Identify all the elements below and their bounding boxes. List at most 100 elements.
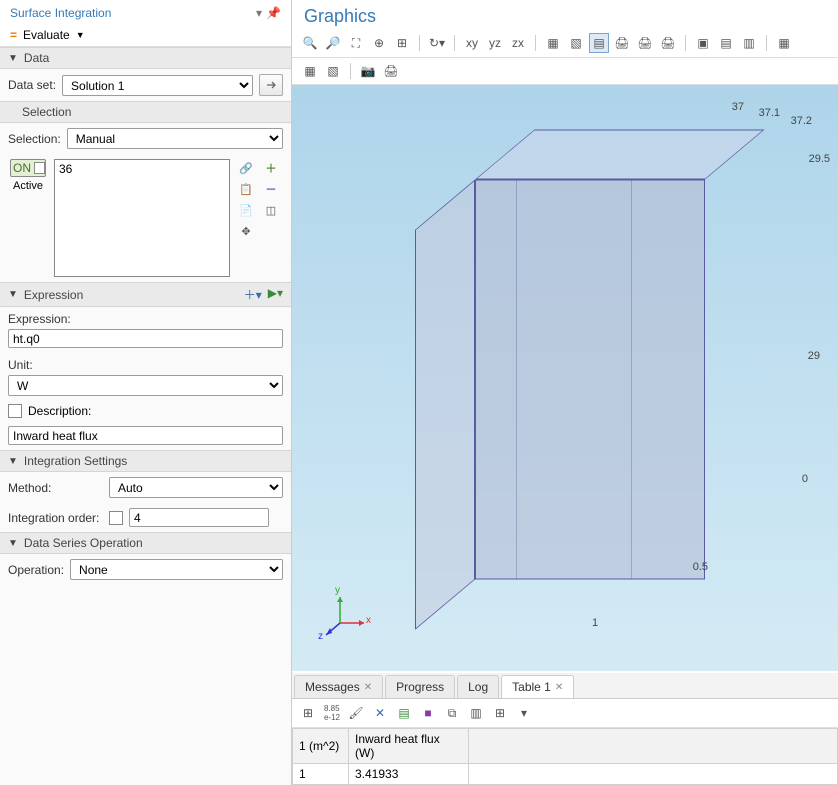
tab-log[interactable]: Log xyxy=(457,675,499,698)
selection-select[interactable]: Manual xyxy=(67,128,283,149)
brush-icon[interactable]: 🖌 xyxy=(346,703,366,723)
print2-icon[interactable]: 🖨 xyxy=(635,33,655,53)
active-label: Active xyxy=(13,180,43,192)
table-header[interactable]: Inward heat flux (W) xyxy=(349,729,469,764)
description-checkbox[interactable] xyxy=(8,404,22,418)
operation-row: Operation: None xyxy=(0,554,291,585)
link-icon[interactable]: 🔗 xyxy=(236,159,256,177)
table-format-icon[interactable]: 8.85e-12 xyxy=(322,703,342,723)
unit-select[interactable]: W xyxy=(8,375,283,396)
fill-icon[interactable]: ■ xyxy=(418,703,438,723)
section-integration-header[interactable]: ▼ Integration Settings xyxy=(0,450,291,472)
tab-messages[interactable]: Messages✕ xyxy=(294,675,383,698)
order-input[interactable] xyxy=(129,508,269,527)
wireframe-icon[interactable]: ▧ xyxy=(566,33,586,53)
copy-icon[interactable]: 📋 xyxy=(236,180,256,198)
print3-icon[interactable]: 🖨 xyxy=(658,33,678,53)
axis-y-label: y xyxy=(335,585,340,623)
table-header[interactable]: 1 (m^2) xyxy=(293,729,349,764)
add-expr-icon[interactable]: ＋▾ xyxy=(244,286,262,303)
close-icon[interactable]: ✕ xyxy=(555,682,563,693)
expression-input[interactable] xyxy=(8,329,283,348)
table-toolbar: ⊞ 8.85e-12 🖌 ✕ ▤ ■ ⧉ ▥ ⊞ ▾ xyxy=(292,699,838,728)
goto-source-button[interactable] xyxy=(259,74,283,96)
delete-icon[interactable]: ✕ xyxy=(370,703,390,723)
zoom-extents-icon[interactable]: ⊕ xyxy=(369,33,389,53)
view-yz-icon[interactable]: yz xyxy=(485,33,505,53)
play-expr-icon[interactable]: ▶▾ xyxy=(268,286,283,303)
tab-table1[interactable]: Table 1✕ xyxy=(501,675,574,698)
method-row: Method: Auto xyxy=(0,472,291,503)
evaluate-button[interactable]: Evaluate xyxy=(23,28,70,42)
export-icon[interactable]: ▥ xyxy=(466,703,486,723)
axis-label: 0.5 xyxy=(693,561,708,573)
pin-icon[interactable]: 📌 xyxy=(266,6,281,20)
zoom-in-icon[interactable]: 🔍 xyxy=(300,33,320,53)
section-dataseries-title: Data Series Operation xyxy=(24,536,283,550)
table-auto-icon[interactable]: ⊞ xyxy=(298,703,318,723)
section-data-header[interactable]: ▼ Data xyxy=(0,47,291,69)
plot2-icon[interactable]: ▧ xyxy=(323,61,343,81)
table-display-icon[interactable]: ▤ xyxy=(394,703,414,723)
list-item[interactable]: 36 xyxy=(59,162,225,176)
graphics-viewport[interactable]: 37 37.1 37.2 29.5 29 0 0.5 1 x y z xyxy=(292,85,838,671)
zoom-out-icon[interactable]: 🔎 xyxy=(323,33,343,53)
operation-label: Operation: xyxy=(8,563,64,577)
unit-label: Unit: xyxy=(8,358,283,372)
copy-table-icon[interactable]: ⧉ xyxy=(442,703,462,723)
table-cell-empty xyxy=(469,764,838,785)
move-icon[interactable]: ✥ xyxy=(236,222,256,240)
paste-icon[interactable]: 📄 xyxy=(236,201,256,219)
hide-icon[interactable]: ▦ xyxy=(774,33,794,53)
tab-progress[interactable]: Progress xyxy=(385,675,455,698)
view-xy-icon[interactable]: xy xyxy=(462,33,482,53)
select-domain-icon[interactable]: ▤ xyxy=(716,33,736,53)
remove-icon[interactable]: － xyxy=(261,180,281,198)
model-geometry xyxy=(415,120,715,590)
operation-select[interactable]: None xyxy=(70,559,283,580)
print-output-icon[interactable]: 🖨 xyxy=(381,61,401,81)
chevron-down-icon: ▼ xyxy=(8,456,18,467)
table-grid-icon[interactable]: ⊞ xyxy=(490,703,510,723)
section-selection-title: Selection xyxy=(22,105,283,119)
results-table: 1 (m^2) Inward heat flux (W) 1 3.41933 xyxy=(292,728,838,785)
table-cell[interactable]: 3.41933 xyxy=(349,764,469,785)
select-boundary-icon[interactable]: ▥ xyxy=(739,33,759,53)
method-select[interactable]: Auto xyxy=(109,477,283,498)
panel-title: Surface Integration xyxy=(10,6,111,20)
order-checkbox[interactable] xyxy=(109,511,123,525)
close-icon[interactable]: ✕ xyxy=(364,682,372,693)
axis-triad: x y z xyxy=(322,591,372,641)
select-object-icon[interactable]: ▣ xyxy=(693,33,713,53)
camera-icon[interactable]: 📷 xyxy=(358,61,378,81)
face-side xyxy=(415,180,475,630)
order-label: Integration order: xyxy=(8,511,103,525)
toggle-icon[interactable]: ◫ xyxy=(261,201,281,219)
dock-icon[interactable]: ▾ xyxy=(256,6,262,20)
zoom-selected-icon[interactable]: ⊞ xyxy=(392,33,412,53)
description-input[interactable] xyxy=(8,426,283,445)
dropdown-arrow-icon[interactable]: ▼ xyxy=(76,30,85,40)
plot-icon[interactable]: ▦ xyxy=(300,61,320,81)
section-dataseries-header[interactable]: ▼ Data Series Operation xyxy=(0,532,291,554)
scene-light-icon[interactable]: ▤ xyxy=(589,33,609,53)
chevron-down-icon: ▼ xyxy=(8,289,18,300)
transparency-icon[interactable]: ▦ xyxy=(543,33,563,53)
evaluate-icon: = xyxy=(10,28,17,42)
rotate-icon[interactable]: ↻▾ xyxy=(427,33,447,53)
table-cell[interactable]: 1 xyxy=(293,764,349,785)
print-icon[interactable]: 🖨 xyxy=(612,33,632,53)
axis-label: 29.5 xyxy=(809,153,830,165)
chevron-down-icon: ▼ xyxy=(8,53,18,64)
section-expression-header[interactable]: ▼ Expression ＋▾ ▶▾ xyxy=(0,282,291,307)
selection-list-area: ON Active 36 🔗 📋 📄 ✥ ＋ － ◫ xyxy=(0,154,291,282)
selection-listbox[interactable]: 36 xyxy=(54,159,230,277)
order-row: Integration order: xyxy=(0,503,291,532)
zoom-box-icon[interactable]: ⛶ xyxy=(346,33,366,53)
view-zx-icon[interactable]: zx xyxy=(508,33,528,53)
active-toggle[interactable]: ON xyxy=(10,159,46,177)
add-icon[interactable]: ＋ xyxy=(261,159,281,177)
dataset-select[interactable]: Solution 1 xyxy=(62,75,253,96)
description-checkbox-row: Description: xyxy=(0,401,291,421)
dropdown-icon[interactable]: ▾ xyxy=(514,703,534,723)
